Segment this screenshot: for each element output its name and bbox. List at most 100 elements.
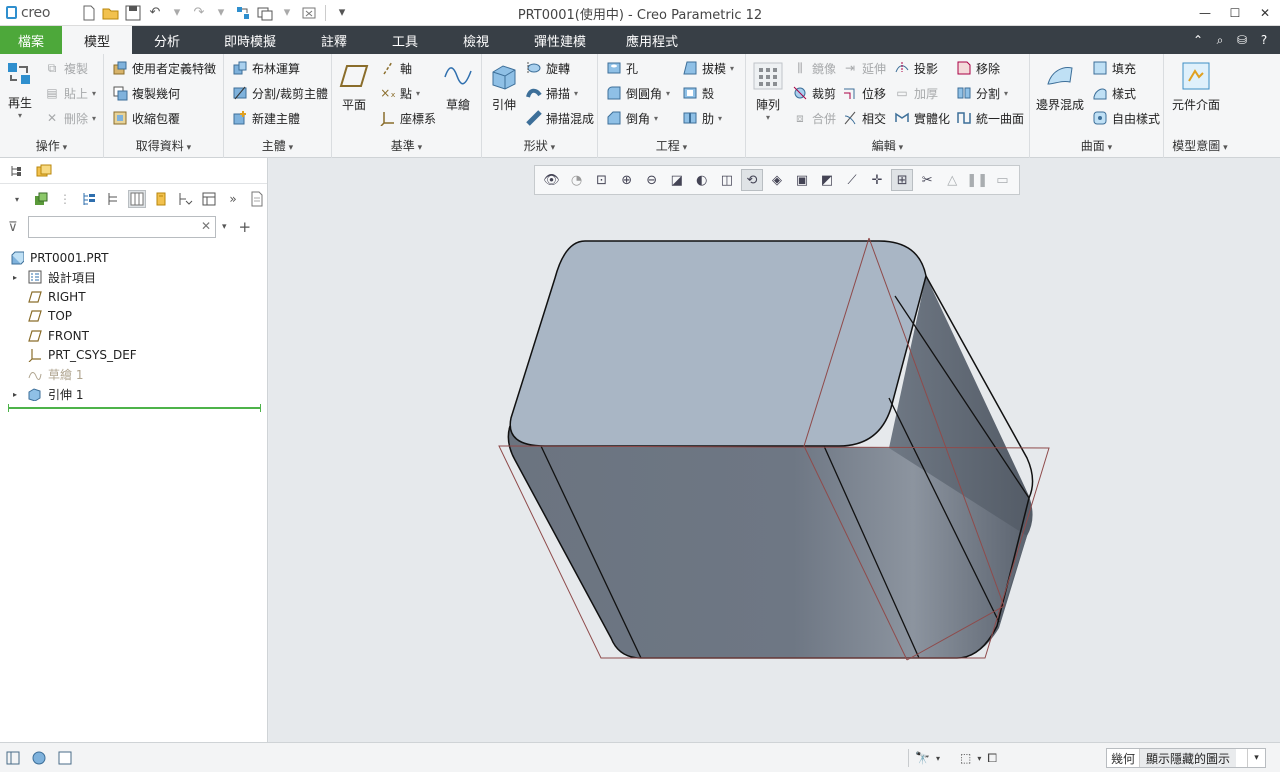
shrinkwrap-button[interactable]: 收縮包覆: [112, 108, 180, 128]
group-label-get-data[interactable]: 取得資料: [104, 137, 223, 154]
pattern-button[interactable]: 陣列 ▾: [752, 60, 784, 122]
selection-filter-icon[interactable]: ⧠: [987, 749, 997, 767]
add-filter-icon[interactable]: +: [239, 218, 252, 236]
group-label-surfaces[interactable]: 曲面: [1030, 137, 1163, 154]
csys-button[interactable]: 座標系: [380, 108, 436, 128]
chevron-down-icon[interactable]: ▾: [1247, 749, 1265, 767]
insert-here-indicator[interactable]: [8, 404, 261, 412]
show-navigator-icon[interactable]: [4, 749, 22, 767]
tree-search-box[interactable]: ✕: [28, 216, 216, 238]
search-icon[interactable]: ⌕: [1212, 33, 1228, 48]
freestyle-button[interactable]: 自由樣式: [1092, 108, 1160, 128]
clear-search-icon[interactable]: ✕: [201, 219, 211, 233]
split-button[interactable]: 分割 ▾: [956, 83, 1008, 103]
customize-icon[interactable]: ▾: [333, 4, 351, 22]
tab-tools[interactable]: 工具: [370, 26, 440, 54]
redo-icon[interactable]: ↷: [190, 4, 208, 22]
sketch-button[interactable]: 草繪: [442, 60, 474, 113]
new-body-button[interactable]: 新建主體: [232, 108, 300, 128]
close-icon[interactable]: ✕: [1250, 0, 1280, 26]
maximize-icon[interactable]: ☐: [1220, 0, 1250, 26]
page-icon[interactable]: [248, 190, 266, 208]
project-button[interactable]: 投影: [894, 58, 938, 78]
tree-item[interactable]: ▸ 設計項目: [0, 268, 267, 288]
find-dropdown-icon[interactable]: ▾: [936, 749, 940, 767]
point-button[interactable]: ×ₓ 點 ▾: [380, 83, 420, 103]
graphics-window[interactable]: 👁 ◔ ⊡ ⊕ ⊖ ◪ ◐ ◫ ⟲ ◈ ▣ ◩ ⟋ ✛ ⊞ ✂ △ ❚❚ ▭: [269, 158, 1280, 742]
shell-button[interactable]: 殼: [682, 83, 714, 103]
selection-filter-dropdown[interactable]: 幾何 顯示隱藏的圖示 ▾: [1106, 748, 1266, 768]
search-dropdown-icon[interactable]: ▾: [222, 222, 227, 232]
trim-button[interactable]: 裁剪: [792, 83, 836, 103]
tree-item[interactable]: PRT0001.PRT: [0, 248, 267, 268]
style-button[interactable]: 樣式: [1092, 83, 1136, 103]
group-label-body[interactable]: 主體: [224, 137, 331, 154]
tab-flexible-modeling[interactable]: 彈性建模: [512, 26, 608, 54]
tree-item[interactable]: RIGHT: [0, 287, 267, 307]
tree-item[interactable]: PRT_CSYS_DEF: [0, 346, 267, 366]
delete-button[interactable]: ✕ 刪除 ▾: [44, 108, 96, 128]
extrude-button[interactable]: 引伸: [488, 60, 520, 113]
undo-dropdown-icon[interactable]: ▾: [168, 4, 186, 22]
close-window-icon[interactable]: [300, 4, 318, 22]
chevron-down-icon[interactable]: ▾: [8, 190, 26, 208]
windows-dropdown-icon[interactable]: ▾: [278, 4, 296, 22]
plane-button[interactable]: 平面: [338, 60, 370, 113]
folder-browser-tab-icon[interactable]: [36, 163, 52, 179]
group-label-datum[interactable]: 基準: [332, 137, 481, 154]
tab-annotate[interactable]: 註釋: [298, 26, 370, 54]
selection-box-icon[interactable]: ⬚: [960, 749, 971, 767]
collapse-ribbon-icon[interactable]: ⌃: [1190, 33, 1206, 47]
show-browser-icon[interactable]: [30, 749, 48, 767]
model-tree-tab-icon[interactable]: [8, 163, 24, 179]
fill-button[interactable]: 填充: [1092, 58, 1136, 78]
mirror-button[interactable]: ⫼ 鏡像: [792, 58, 836, 78]
tab-applications[interactable]: 應用程式: [608, 26, 696, 54]
udf-button[interactable]: 使用者定義特徵: [112, 58, 216, 78]
selection-dropdown-icon[interactable]: ▾: [977, 749, 981, 767]
solidify-button[interactable]: 實體化: [894, 108, 950, 128]
split-trim-body-button[interactable]: 分割/裁剪主體: [232, 83, 328, 103]
tree-item[interactable]: ▸ 引伸 1: [0, 385, 267, 405]
help-icon[interactable]: ?: [1256, 33, 1272, 47]
group-label-engineering[interactable]: 工程: [598, 137, 745, 154]
tree-item[interactable]: TOP: [0, 307, 267, 327]
tab-model[interactable]: 模型: [62, 26, 132, 54]
find-icon[interactable]: 🔭: [915, 749, 930, 767]
chamfer-button[interactable]: 倒角 ▾: [606, 108, 658, 128]
tree-item[interactable]: 草繪 1: [0, 365, 267, 385]
paste-button[interactable]: ▤ 貼上 ▾: [44, 83, 96, 103]
merge-button[interactable]: ⧈ 合併: [792, 108, 836, 128]
tree-search-input[interactable]: [29, 217, 215, 237]
undo-icon[interactable]: ↶: [146, 4, 164, 22]
tree-filter-icon[interactable]: [80, 190, 98, 208]
thicken-button[interactable]: ▭ 加厚: [894, 83, 938, 103]
redo-dropdown-icon[interactable]: ▾: [212, 4, 230, 22]
regenerate-button[interactable]: 再生 ▾: [4, 58, 36, 120]
intersect-button[interactable]: 相交: [842, 108, 886, 128]
axis-button[interactable]: 軸: [380, 58, 412, 78]
expand-icon[interactable]: ▸: [13, 390, 17, 399]
expand-more-icon[interactable]: »: [224, 190, 242, 208]
hole-button[interactable]: 孔: [606, 58, 638, 78]
new-icon[interactable]: [80, 4, 98, 22]
unify-surface-button[interactable]: 統一曲面: [956, 108, 1024, 128]
copy-button[interactable]: ⧉ 複製: [44, 58, 88, 78]
group-label-editing[interactable]: 編輯: [746, 137, 1029, 154]
minimize-icon[interactable]: —: [1190, 0, 1220, 26]
windows-icon[interactable]: [256, 4, 274, 22]
group-label-model-intent[interactable]: 模型意圖: [1164, 137, 1236, 154]
layer-tree-icon[interactable]: [200, 190, 218, 208]
part-display-icon[interactable]: [32, 190, 50, 208]
tree-settings-icon[interactable]: [128, 190, 146, 208]
group-label-shapes[interactable]: 形狀: [482, 137, 597, 154]
remove-button[interactable]: 移除: [956, 58, 1000, 78]
rib-button[interactable]: 肋 ▾: [682, 108, 722, 128]
tab-live-simulation[interactable]: 即時模擬: [202, 26, 298, 54]
learning-icon[interactable]: ⛁: [1234, 33, 1250, 47]
revolve-button[interactable]: 旋轉: [526, 58, 570, 78]
settings-filter-icon[interactable]: [176, 190, 194, 208]
offset-button[interactable]: 位移: [842, 83, 886, 103]
part-model[interactable]: [269, 158, 1280, 742]
sweep-button[interactable]: 掃描 ▾: [526, 83, 578, 103]
